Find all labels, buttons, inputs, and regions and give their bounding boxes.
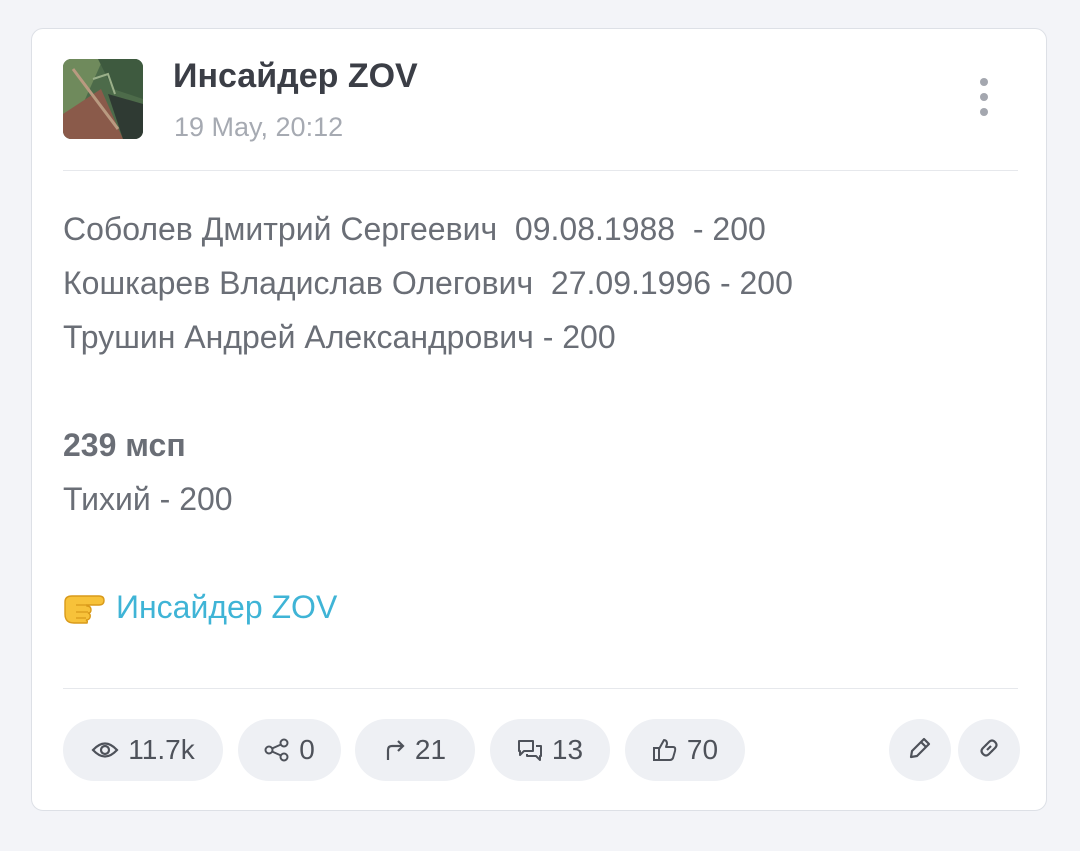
pencil-icon xyxy=(907,735,933,766)
post-footer: 11.7k 0 21 13 70 xyxy=(63,719,1020,783)
post-line: Трушин Андрей Александрович - 200 xyxy=(63,319,616,355)
link-icon xyxy=(975,734,1003,767)
shares-counter[interactable]: 0 xyxy=(238,719,341,781)
channel-avatar[interactable] xyxy=(63,59,143,139)
footer-divider xyxy=(63,688,1018,689)
forward-arrow-icon xyxy=(384,738,406,762)
post-header: Инсайдер ZOV 19 May, 20:12 xyxy=(32,29,1046,171)
comments-icon xyxy=(517,738,543,762)
share-nodes-icon xyxy=(264,738,290,762)
eye-icon xyxy=(91,740,119,760)
comments-counter[interactable]: 13 xyxy=(490,719,610,781)
reactions-counter[interactable]: 70 xyxy=(625,719,745,781)
shares-count: 0 xyxy=(299,734,315,765)
post-timestamp: 19 May, 20:12 xyxy=(174,112,344,142)
edit-button[interactable] xyxy=(889,719,951,781)
channel-title[interactable]: Инсайдер ZOV xyxy=(173,57,418,96)
pointing-hand-icon xyxy=(63,580,107,634)
header-divider xyxy=(63,170,1018,171)
post-line: Соболев Дмитрий Сергеевич 09.08.1988 - 2… xyxy=(63,211,766,247)
views-counter[interactable]: 11.7k xyxy=(63,719,223,781)
signature-link[interactable]: Инсайдер ZOV xyxy=(116,580,337,634)
thumbs-up-icon xyxy=(652,737,678,763)
views-count: 11.7k xyxy=(128,734,195,765)
post-card: Инсайдер ZOV 19 May, 20:12 Соболев Дмитр… xyxy=(31,28,1047,811)
reactions-count: 70 xyxy=(686,734,719,765)
forwards-counter[interactable]: 21 xyxy=(355,719,475,781)
copy-link-button[interactable] xyxy=(958,719,1020,781)
post-line: Кошкарев Владислав Олегович 27.09.1996 -… xyxy=(63,265,793,301)
unit-line: Тихий - 200 xyxy=(63,481,233,517)
more-vertical-icon[interactable] xyxy=(968,73,1000,121)
forwards-count: 21 xyxy=(414,734,447,765)
unit-heading: 239 мсп xyxy=(63,427,186,463)
comments-count: 13 xyxy=(551,734,584,765)
signature-line: Инсайдер ZOV xyxy=(63,580,1018,634)
post-body: Соболев Дмитрий Сергеевич 09.08.1988 - 2… xyxy=(63,202,1018,634)
